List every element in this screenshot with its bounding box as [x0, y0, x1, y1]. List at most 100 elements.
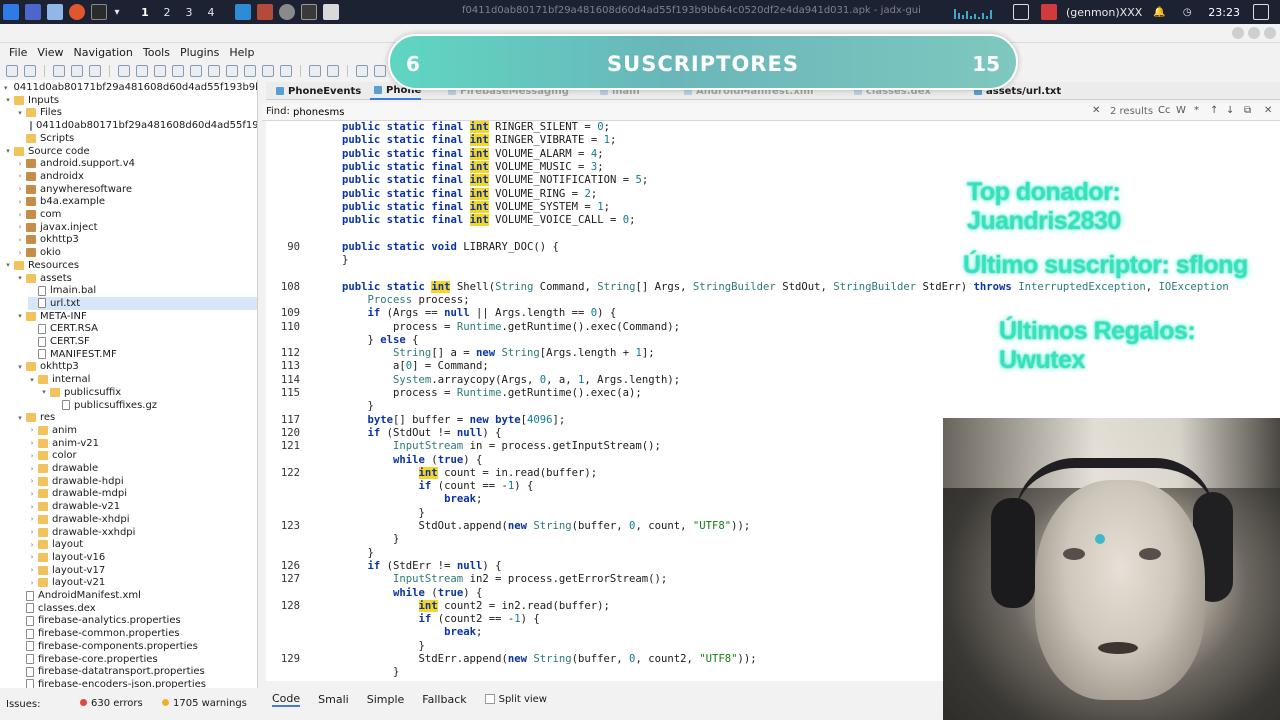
vscode-icon[interactable]	[235, 4, 251, 20]
expand-arrow-icon[interactable]: ›	[28, 528, 36, 536]
preferences-icon[interactable]	[356, 65, 368, 77]
expand-arrow-icon[interactable]: ▾	[40, 388, 48, 396]
find-usage-icon[interactable]	[226, 65, 238, 77]
tree-item[interactable]: MANIFEST.MF	[28, 348, 257, 361]
tree-item[interactable]: › anywheresoftware	[16, 183, 257, 196]
tree-item[interactable]: CERT.SF	[28, 335, 257, 348]
tree-item[interactable]: ▾ res	[16, 411, 257, 424]
tree-item[interactable]: firebase-analytics.properties	[16, 614, 257, 627]
expand-arrow-icon[interactable]: ›	[16, 172, 24, 180]
split-view-toggle[interactable]: Split view	[484, 694, 547, 705]
expand-arrow-icon[interactable]: ›	[28, 515, 36, 523]
close-button[interactable]	[1264, 27, 1276, 39]
regex-toggle[interactable]: *	[1194, 105, 1199, 116]
expand-arrow-icon[interactable]: ›	[28, 465, 36, 473]
tab-smali[interactable]: Smali	[318, 693, 349, 706]
window-icon[interactable]	[1012, 4, 1029, 20]
expand-arrow-icon[interactable]: ›	[28, 553, 36, 561]
tree-item[interactable]: firebase-components.properties	[16, 640, 257, 653]
export-icon[interactable]	[71, 65, 83, 77]
code-line[interactable]: Process process;	[266, 294, 1280, 307]
code-line[interactable]: public static final int VOLUME_MUSIC = 3…	[266, 160, 1280, 174]
desktop-icon[interactable]	[25, 4, 41, 20]
terminal-icon[interactable]	[91, 4, 107, 20]
bookmark-icon[interactable]	[262, 65, 274, 77]
expand-arrow-icon[interactable]: ›	[16, 185, 24, 193]
tree-item[interactable]: › layout-v17	[28, 564, 257, 577]
tree-item[interactable]: › layout	[28, 538, 257, 551]
maximize-button[interactable]	[1248, 27, 1260, 39]
tree-item[interactable]: › androidx	[16, 170, 257, 183]
tree-item[interactable]: ▾ okhttp3	[16, 360, 257, 373]
app-icon[interactable]	[257, 4, 273, 20]
app-menu-icon[interactable]	[3, 4, 19, 20]
code-line[interactable]: public static final int RINGER_SILENT = …	[266, 121, 1280, 134]
expand-arrow-icon[interactable]: ▾	[16, 274, 24, 282]
tree-item[interactable]: url.txt	[28, 296, 257, 310]
menu-tools[interactable]: Tools	[138, 46, 175, 59]
code-line[interactable]: public static final int VOLUME_ALARM = 4…	[266, 147, 1280, 161]
menu-plugins[interactable]: Plugins	[175, 46, 224, 59]
code-line[interactable]: }	[266, 400, 1280, 413]
file-manager-icon[interactable]	[47, 4, 63, 20]
tree-item[interactable]: ▾ Files	[16, 106, 257, 119]
open-icon[interactable]	[6, 65, 18, 77]
tab-simple[interactable]: Simple	[367, 693, 405, 706]
expand-arrow-icon[interactable]: ▾	[4, 261, 12, 269]
find-input[interactable]	[288, 104, 1098, 120]
code-line[interactable]: 114 System.arraycopy(Args, 0, a, 1, Args…	[266, 374, 1280, 387]
warnings-count[interactable]: 1705 warnings	[162, 698, 247, 709]
tree-item[interactable]: classes.dex	[16, 602, 257, 615]
dropdown-icon[interactable]: ▾	[113, 4, 121, 20]
code-line[interactable]: 115 process = Runtime.getRuntime().exec(…	[266, 387, 1280, 400]
terminal2-icon[interactable]	[301, 4, 317, 20]
code-line[interactable]: public static final int RINGER_VIBRATE =…	[266, 134, 1280, 147]
tree-item[interactable]: lmain.bal	[28, 284, 257, 297]
errors-count[interactable]: 630 errors	[80, 698, 143, 709]
tree-item[interactable]: ▾ Resources	[4, 259, 257, 272]
expand-arrow-icon[interactable]: ›	[28, 452, 36, 460]
expand-arrow-icon[interactable]: ›	[16, 211, 24, 219]
tree-item[interactable]: 0411d0ab80171bf29a481608d60d4ad55f193b9	[28, 119, 257, 132]
search-icon[interactable]	[190, 65, 202, 77]
log-viewer-icon[interactable]	[374, 65, 386, 77]
tree-item[interactable]: › javax.inject	[16, 221, 257, 234]
menu-file[interactable]: File	[4, 46, 32, 59]
tree-item[interactable]: firebase-common.properties	[16, 627, 257, 640]
clock[interactable]: 23:23	[1208, 6, 1240, 19]
expand-arrow-icon[interactable]: ▾	[4, 96, 12, 104]
tree-item[interactable]: Scripts	[16, 132, 257, 145]
minimize-button[interactable]	[1232, 27, 1244, 39]
tree-item[interactable]: › drawable-mdpi	[28, 487, 257, 500]
expand-arrow-icon[interactable]: ›	[16, 223, 24, 231]
tree-item[interactable]: › b4a.example	[16, 195, 257, 208]
expand-arrow-icon[interactable]: ›	[16, 236, 24, 244]
log-icon[interactable]	[172, 65, 184, 77]
find-class-icon[interactable]	[208, 65, 220, 77]
tree-item[interactable]: firebase-encoders-json.properties	[16, 678, 257, 688]
tree-item[interactable]: › com	[16, 208, 257, 221]
expand-arrow-icon[interactable]: ▾	[16, 363, 24, 371]
close-find-icon[interactable]: ✕	[1264, 105, 1272, 116]
tab-phoneevents[interactable]: PhoneEvents	[272, 82, 361, 100]
tree-item[interactable]: › layout-v16	[28, 551, 257, 564]
expand-arrow-icon[interactable]: ›	[28, 426, 36, 434]
workspace-3[interactable]: 3	[178, 6, 200, 19]
expand-arrow-icon[interactable]: ›	[28, 439, 36, 447]
expand-arrow-icon[interactable]: ›	[28, 477, 36, 485]
back-icon[interactable]	[309, 65, 321, 77]
expand-arrow-icon[interactable]: ›	[28, 503, 36, 511]
tree-item[interactable]: ▾ Inputs	[4, 94, 257, 107]
find-prev-button[interactable]: ↑	[1210, 105, 1218, 116]
tree-item[interactable]: ▾ Source code	[4, 145, 257, 158]
expand-arrow-icon[interactable]: ›	[28, 566, 36, 574]
expand-arrow-icon[interactable]: ▾	[4, 147, 12, 155]
menu-view[interactable]: View	[32, 46, 68, 59]
find-next-button[interactable]: ↓	[1226, 105, 1234, 116]
tree-item[interactable]: AndroidManifest.xml	[16, 589, 257, 602]
menu-navigation[interactable]: Navigation	[69, 46, 138, 59]
tree-item[interactable]: ▾ publicsuffix	[40, 386, 257, 399]
tree-item[interactable]: › drawable	[28, 462, 257, 475]
expand-arrow-icon[interactable]: ▾	[16, 414, 24, 422]
tab-code[interactable]: Code	[272, 692, 301, 707]
